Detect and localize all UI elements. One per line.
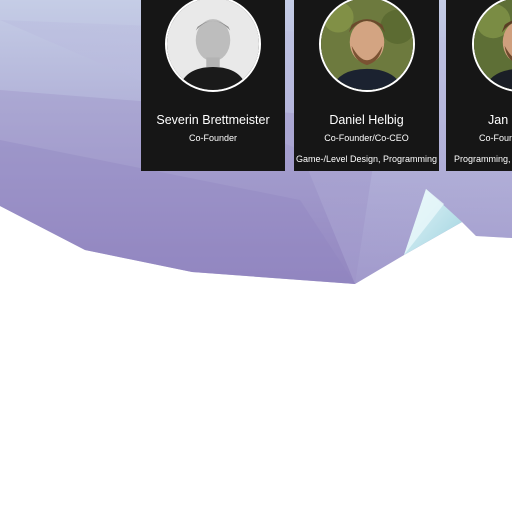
- member-skills: Game-/Level Design, Programming: [295, 154, 438, 164]
- member-role: Co-Foun: [479, 133, 512, 143]
- member-role: Co-Founder: [188, 133, 238, 143]
- avatar: [472, 0, 512, 92]
- member-name: Jan B: [488, 113, 512, 127]
- member-name: Daniel Helbig: [329, 113, 404, 127]
- avatar: [318, 0, 415, 92]
- member-role: Co-Founder/Co-CEO: [324, 133, 409, 143]
- member-name: Severin Brettmeister: [156, 113, 270, 127]
- team-card-daniel[interactable]: Daniel Helbig Co-Founder/Co-CEO Game-/Le…: [294, 0, 439, 171]
- avatar: [165, 0, 261, 92]
- member-skills: Programming, A: [454, 154, 512, 164]
- team-card-jan[interactable]: Jan B Co-Foun Programming, A: [446, 0, 512, 171]
- team-card-severin[interactable]: Severin Brettmeister Co-Founder: [141, 0, 285, 171]
